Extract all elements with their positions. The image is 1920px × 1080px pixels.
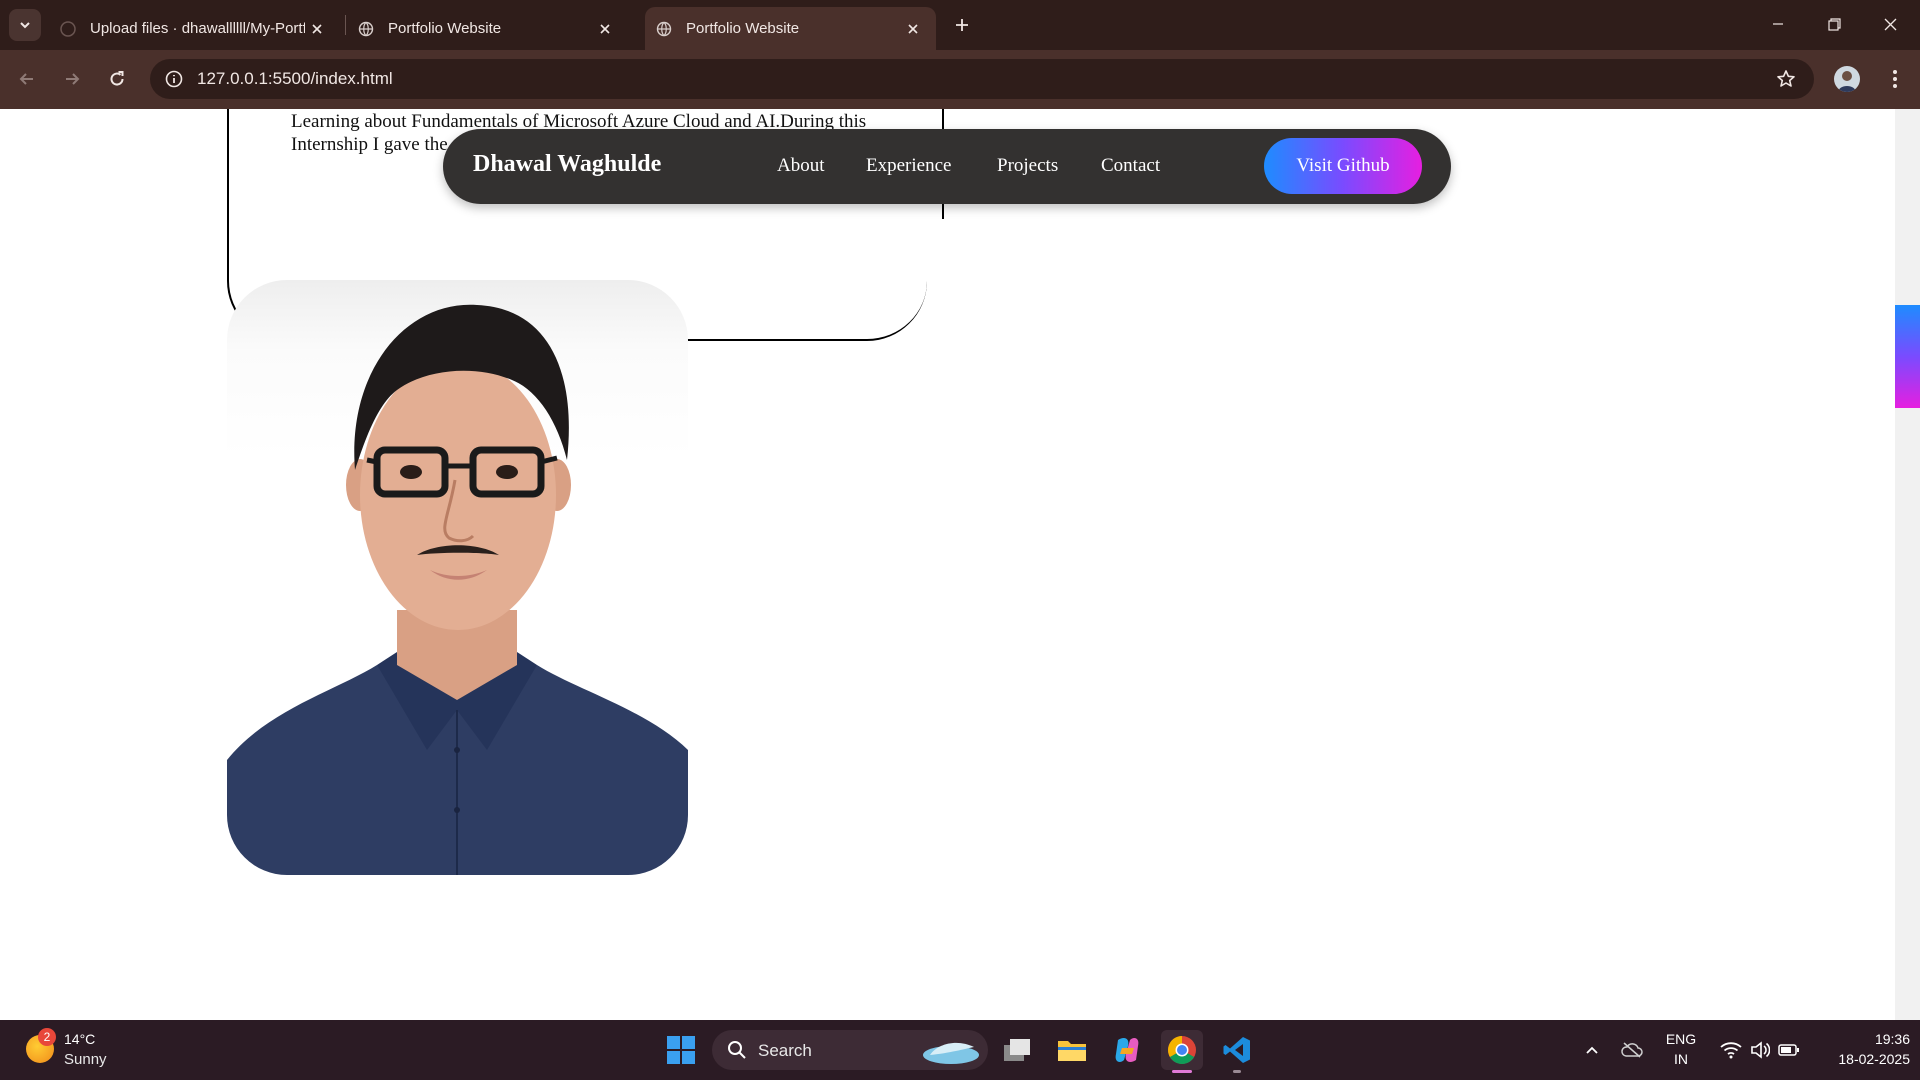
close-icon: [1884, 18, 1896, 30]
vscode-icon: [1223, 1037, 1250, 1063]
forward-button[interactable]: [55, 62, 89, 96]
active-app-indicator: [1172, 1070, 1192, 1073]
search-label: Search: [758, 1041, 812, 1060]
nav-link-projects[interactable]: Projects: [997, 155, 1058, 177]
globe-icon: [358, 21, 374, 36]
task-view-icon: [1004, 1039, 1030, 1061]
clock-time[interactable]: 19:36: [1810, 1031, 1910, 1047]
avatar-icon: [1838, 71, 1856, 92]
task-view-button[interactable]: [996, 1030, 1038, 1070]
browser-toolbar: 127.0.0.1:5500/index.html: [0, 50, 1920, 109]
tab-portfolio-active[interactable]: Portfolio Website: [645, 7, 936, 50]
scrollbar-thumb[interactable]: [1895, 305, 1920, 408]
page-scrollbar[interactable]: [1895, 109, 1920, 1020]
github-icon: [60, 20, 76, 37]
search-highlight-icon: [923, 1042, 979, 1064]
back-arrow-icon: [19, 73, 33, 85]
chevron-down-icon: [20, 22, 30, 29]
tab-portfolio-1[interactable]: Portfolio Website: [358, 7, 628, 50]
minimize-icon: [1773, 23, 1783, 25]
profile-avatar[interactable]: [1834, 66, 1860, 92]
taskbar-search[interactable]: Search: [712, 1030, 988, 1070]
back-button[interactable]: [10, 62, 44, 96]
close-icon: [312, 24, 322, 34]
clock-date[interactable]: 18-02-2025: [1810, 1051, 1910, 1067]
new-tab-button[interactable]: [948, 11, 976, 39]
file-explorer-button[interactable]: [1051, 1030, 1093, 1070]
tab-title: Portfolio Website: [686, 20, 800, 37]
tab-separator: [345, 15, 346, 35]
visit-github-button[interactable]: Visit Github: [1264, 138, 1422, 194]
folder-icon: [1058, 1041, 1086, 1061]
onedrive-button[interactable]: [1612, 1030, 1652, 1070]
windows-taskbar: 2 14°C Sunny Search ENG IN 19:36 18-02-2…: [0, 1020, 1920, 1080]
language-indicator-bottom[interactable]: IN: [1656, 1051, 1706, 1067]
weather-condition[interactable]: Sunny: [64, 1051, 107, 1068]
tab-github[interactable]: Upload files · dhawallllll/My-Portfolio-…: [60, 7, 340, 50]
forward-arrow-icon: [66, 73, 80, 85]
search-icon: [728, 1041, 746, 1059]
tab-strip: Upload files · dhawallllll/My-Portfolio-…: [0, 0, 1920, 50]
battery-icon: [1778, 1044, 1799, 1056]
chrome-taskbar-button[interactable]: [1161, 1030, 1203, 1073]
bookmark-button[interactable]: [1770, 63, 1802, 95]
close-tab-button[interactable]: [596, 20, 614, 38]
page-viewport: Learning about Fundamentals of Microsoft…: [0, 109, 1920, 1020]
chevron-up-icon: [1586, 1046, 1598, 1054]
close-icon: [908, 24, 918, 34]
reload-button[interactable]: [100, 62, 134, 96]
tab-search-button[interactable]: [9, 9, 41, 41]
info-icon: [165, 70, 183, 88]
portrait-image: [227, 304, 688, 875]
nav-link-experience[interactable]: Experience: [866, 155, 951, 177]
profile-photo: [227, 280, 688, 875]
running-app-indicator: [1233, 1070, 1241, 1073]
close-icon: [600, 24, 610, 34]
site-info-button[interactable]: [158, 63, 190, 95]
volume-icon: [1751, 1041, 1770, 1059]
copilot-button[interactable]: [1106, 1030, 1148, 1070]
site-brand[interactable]: Dhawal Waghulde: [473, 151, 661, 178]
star-icon: [1777, 70, 1795, 87]
windows-logo-icon: [667, 1036, 695, 1064]
address-bar[interactable]: 127.0.0.1:5500/index.html: [150, 59, 1814, 99]
tab-title: Portfolio Website: [388, 20, 502, 37]
chrome-icon: [1168, 1036, 1196, 1064]
restore-icon: [1827, 17, 1841, 31]
close-window-button[interactable]: [1862, 0, 1918, 48]
language-indicator-top[interactable]: ENG: [1656, 1031, 1706, 1047]
vscode-taskbar-button[interactable]: [1216, 1030, 1258, 1073]
nav-link-about[interactable]: About: [777, 155, 825, 177]
globe-icon: [656, 21, 672, 36]
nav-link-contact[interactable]: Contact: [1101, 155, 1160, 177]
close-tab-button[interactable]: [308, 20, 326, 38]
site-navbar: Dhawal Waghulde About Experience Project…: [443, 129, 1451, 204]
browser-menu-button[interactable]: [1880, 62, 1910, 96]
show-hidden-icons-button[interactable]: [1572, 1030, 1612, 1070]
cloud-off-icon: [1621, 1042, 1643, 1058]
tab-title: Upload files · dhawallllll/My-Portfolio-…: [90, 20, 305, 37]
weather-temperature[interactable]: 14°C: [64, 1031, 95, 1047]
minimize-button[interactable]: [1750, 0, 1806, 48]
url-text[interactable]: 127.0.0.1:5500/index.html: [197, 69, 393, 89]
close-tab-button[interactable]: [904, 20, 922, 38]
start-button[interactable]: [660, 1030, 702, 1070]
plus-icon: [956, 19, 968, 31]
copilot-icon: [1115, 1038, 1139, 1062]
more-vertical-icon: [1893, 70, 1897, 88]
quick-settings-button[interactable]: [1710, 1030, 1810, 1070]
reload-icon: [110, 71, 124, 86]
weather-badge: 2: [38, 1028, 56, 1046]
wifi-icon: [1720, 1042, 1742, 1059]
restore-button[interactable]: [1806, 0, 1862, 48]
